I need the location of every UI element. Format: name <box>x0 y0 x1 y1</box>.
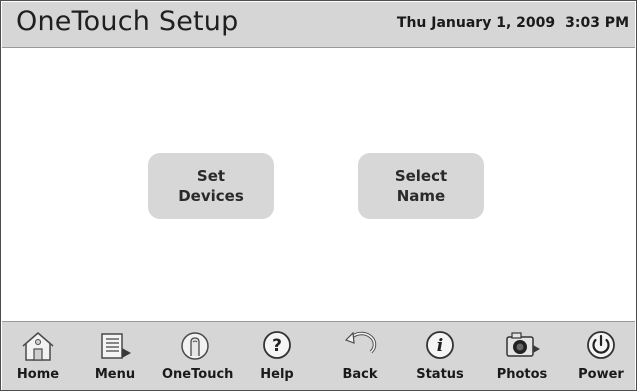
onetouch-icon <box>181 332 209 360</box>
camera-icon <box>506 332 540 357</box>
bottom-nav-bar: Home Menu OneTouch ? Help Back i Status … <box>2 321 635 390</box>
header-bar: OneTouch Setup Thu January 1, 2009 3:03 P… <box>2 2 635 48</box>
svg-text:i: i <box>437 336 443 356</box>
select-name-label-line2: Name <box>396 187 446 205</box>
nav-photos-label: Photos <box>496 367 548 382</box>
set-devices-button[interactable]: Set Devices <box>148 153 274 219</box>
select-name-button[interactable]: Select Name <box>358 153 484 219</box>
nav-menu-label: Menu <box>94 367 136 382</box>
nav-help-label: Help <box>260 367 294 382</box>
set-devices-label-line1: Set <box>196 167 226 185</box>
menu-icon <box>101 333 131 359</box>
nav-back-label: Back <box>342 367 378 382</box>
svg-text:?: ? <box>272 336 282 356</box>
select-name-label-line1: Select <box>394 167 448 185</box>
help-icon: ? <box>263 331 291 359</box>
nav-photos-button[interactable]: Photos <box>489 322 555 390</box>
time-text: 3:03 PM <box>565 15 629 31</box>
nav-onetouch-label: OneTouch <box>162 367 234 382</box>
nav-home-label: Home <box>16 367 60 382</box>
nav-status-button[interactable]: i Status <box>407 322 473 390</box>
home-icon <box>22 332 54 361</box>
page-title: OneTouch Setup <box>16 6 239 37</box>
date-text: Thu January 1, 2009 <box>396 15 556 31</box>
nav-power-button[interactable]: Power <box>568 322 634 390</box>
onetouch-setup-screen: OneTouch Setup Thu January 1, 2009 3:03 P… <box>0 0 637 391</box>
nav-help-button[interactable]: ? Help <box>244 322 310 390</box>
back-icon <box>344 331 377 354</box>
nav-status-label: Status <box>416 367 464 382</box>
nav-menu-button[interactable]: Menu <box>82 322 148 390</box>
date-time-display: Thu January 1, 2009 3:03 PM <box>397 15 629 31</box>
nav-onetouch-button[interactable]: OneTouch <box>162 322 234 390</box>
power-icon <box>587 331 615 359</box>
nav-power-label: Power <box>578 367 624 382</box>
status-icon: i <box>426 331 454 359</box>
set-devices-label-line2: Devices <box>178 187 244 205</box>
nav-home-button[interactable]: Home <box>5 322 71 390</box>
nav-back-button[interactable]: Back <box>327 322 393 390</box>
